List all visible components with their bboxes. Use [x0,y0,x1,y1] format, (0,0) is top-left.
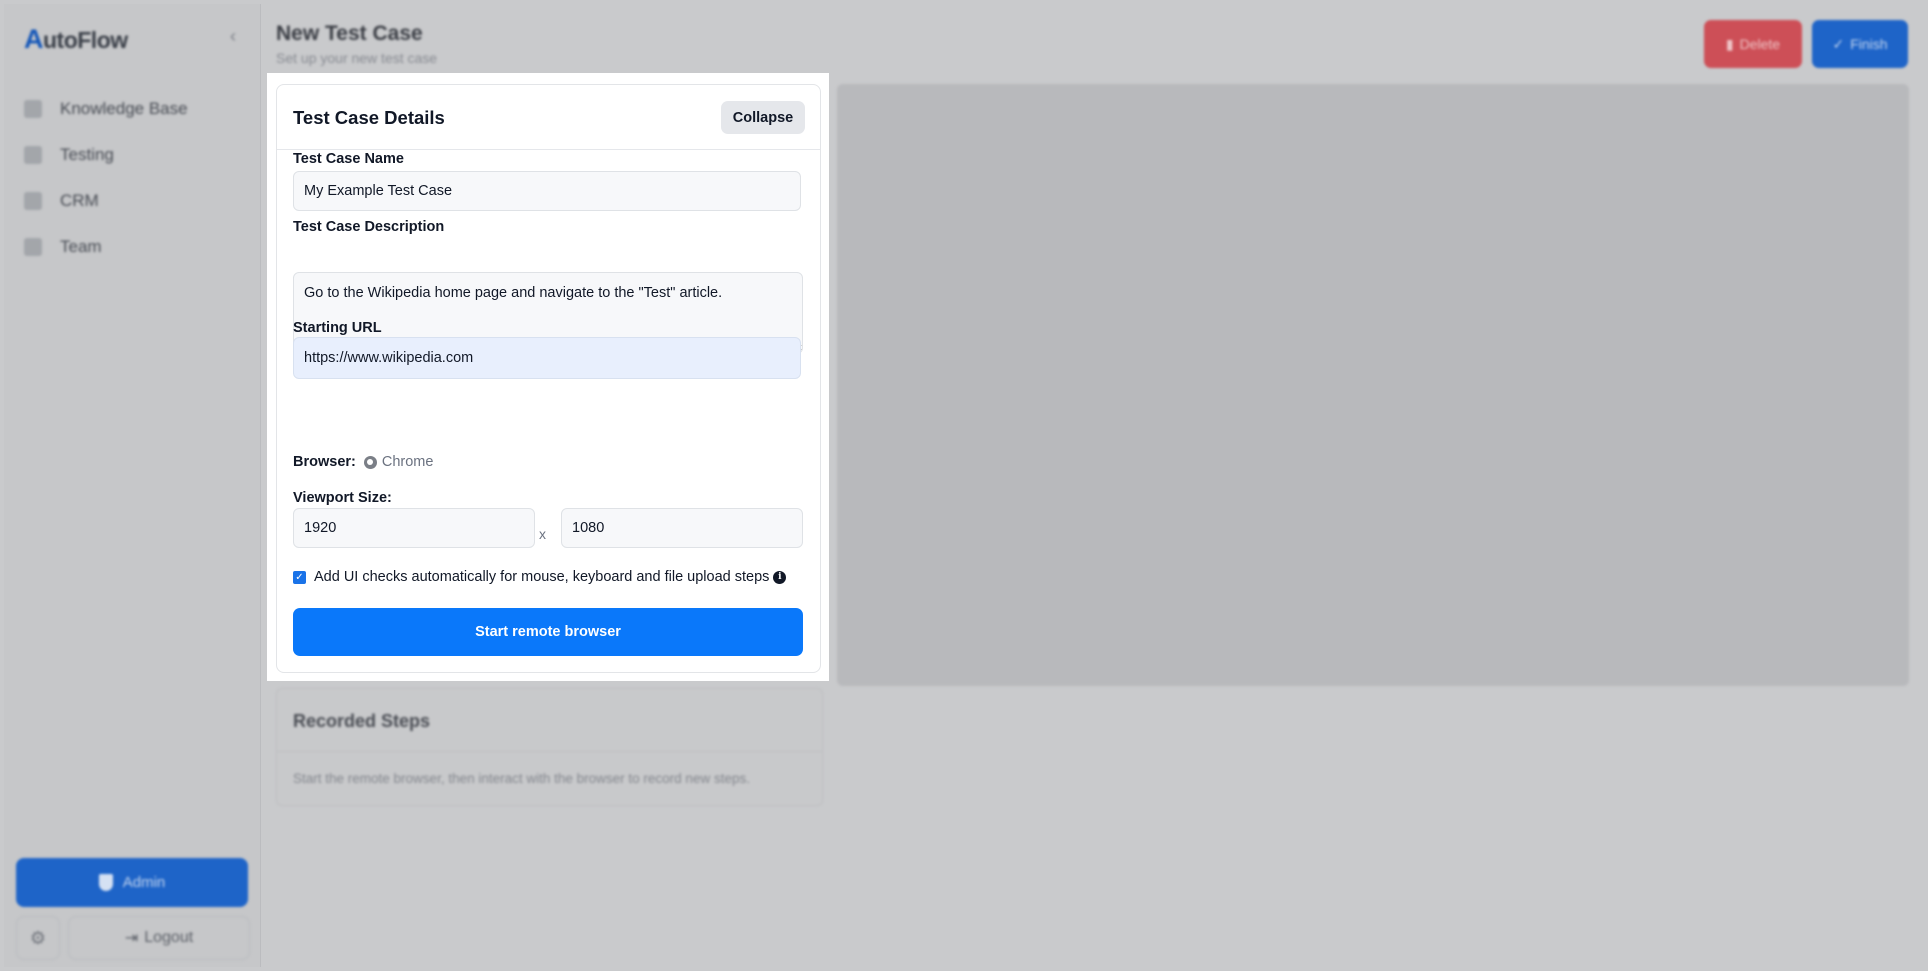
delete-button-label: Delete [1739,36,1781,52]
sidebar-item-knowledge-base[interactable]: Knowledge Base [24,86,188,132]
collapse-button[interactable]: Collapse [721,101,805,134]
remote-browser-area [837,84,1909,686]
sidebar-item-label: Knowledge Base [60,99,188,118]
recorded-steps-card: Recorded Steps Start the remote browser,… [276,688,823,806]
viewport-separator: x [539,526,546,542]
card-header: Test Case Details Collapse [277,85,820,150]
admin-button-label: Admin [122,874,166,891]
chrome-icon [363,455,377,469]
sidebar-item-label: Team [60,237,102,256]
ui-checks-label[interactable]: Add UI checks automatically for mouse, k… [314,569,769,585]
sidebar-item-label: Testing [60,145,114,164]
sidebar-item-crm[interactable]: CRM [24,178,188,224]
viewport-height-input[interactable] [561,508,803,548]
users-icon [24,238,42,256]
card-title: Test Case Details [293,107,445,128]
logo-text: utoFlow [43,27,128,53]
browser-label: Browser: [293,454,356,470]
page-title: New Test Case [276,22,423,45]
clipboard-check-icon [24,146,42,164]
test-case-details-card: Test Case Details Collapse Test Case Nam… [276,84,821,673]
logout-button[interactable]: ⇥ Logout [68,916,250,960]
delete-button[interactable]: ▮ Delete [1704,20,1802,68]
admin-button[interactable]: Admin [16,858,248,907]
trash-icon: ▮ [1725,35,1734,52]
shield-icon [98,874,113,891]
gear-icon: ⚙ [29,927,47,948]
sidebar-nav: Knowledge Base Testing CRM Team [24,86,188,270]
test-case-name-input[interactable] [293,171,801,211]
sidebar: AutoFlow ‹ Knowledge Base Testing CRM Te [4,4,261,967]
recorded-steps-empty-text: Start the remote browser, then interact … [293,771,750,786]
test-case-description-label: Test Case Description [293,219,445,235]
app-logo: AutoFlow [24,24,128,55]
viewport-size-label: Viewport Size: [293,490,392,506]
browser-row: Browser: Chrome [293,454,433,470]
contact-book-icon [24,192,42,210]
browser-value: Chrome [381,454,434,470]
check-icon: ✓ [1832,35,1845,52]
finish-button-label: Finish [1850,36,1888,52]
info-icon[interactable]: i [773,570,787,584]
sidebar-item-team[interactable]: Team [24,224,188,270]
recorded-steps-title: Recorded Steps [293,711,431,731]
page-subtitle: Set up your new test case [276,50,438,66]
test-case-name-label: Test Case Name [293,151,404,167]
starting-url-label: Starting URL [293,320,382,336]
ui-checks-row: ✓ Add UI checks automatically for mouse,… [293,569,787,585]
sidebar-collapse-chevron-icon[interactable]: ‹ [230,26,236,47]
settings-button[interactable]: ⚙ [16,916,60,960]
book-icon [24,100,42,118]
logout-button-label: Logout [144,929,194,946]
sidebar-item-testing[interactable]: Testing [24,132,188,178]
logo-initial: A [24,24,44,54]
sidebar-item-label: CRM [60,191,99,210]
finish-button[interactable]: ✓ Finish [1812,20,1908,68]
ui-checks-checkbox[interactable]: ✓ [293,570,306,584]
divider [277,751,822,752]
starting-url-input[interactable] [293,337,801,379]
logout-icon: ⇥ [124,930,139,947]
start-remote-browser-button[interactable]: Start remote browser [293,608,803,656]
viewport-width-input[interactable] [293,508,535,548]
